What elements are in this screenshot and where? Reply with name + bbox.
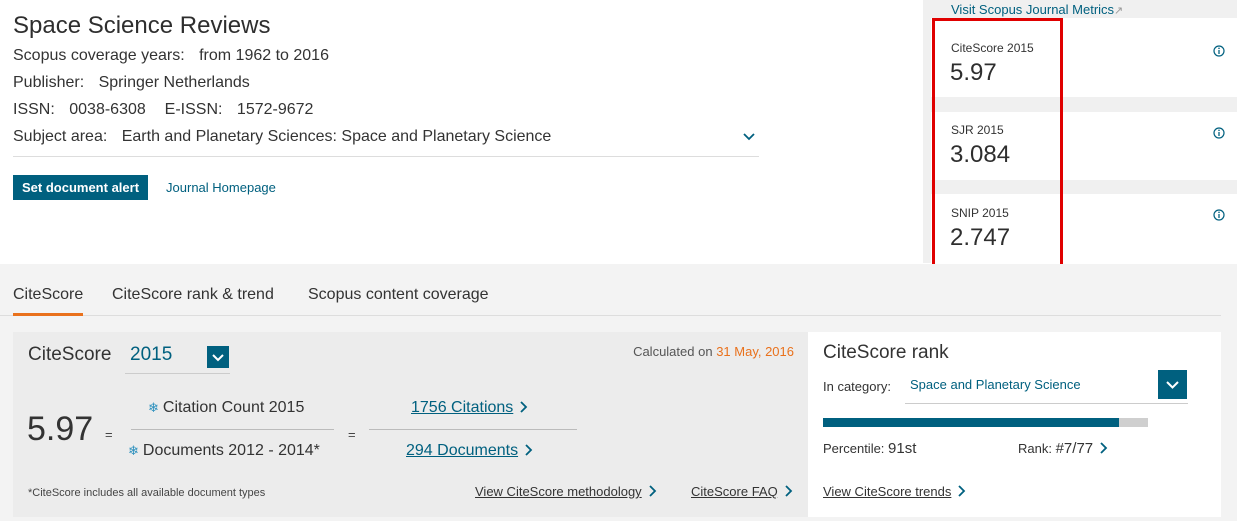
tab-scopus-content-coverage[interactable]: Scopus content coverage xyxy=(308,286,489,313)
equals-sign: = xyxy=(105,427,113,442)
calculated-on: Calculated on 31 May, 2016 xyxy=(633,344,794,359)
year-dropdown-button[interactable] xyxy=(207,346,229,368)
citescore-note: *CiteScore includes all available docume… xyxy=(28,487,266,499)
citescore-faq-link[interactable]: CiteScore FAQ xyxy=(691,484,793,499)
citescore-value: 5.97 xyxy=(27,410,94,448)
coverage-label: Scopus coverage years: xyxy=(13,47,185,64)
citations-link[interactable]: 1756 Citations xyxy=(411,399,528,417)
numerator-label: ❄ Citation Count 2015 xyxy=(148,399,304,417)
subject-label: Subject area: xyxy=(13,128,108,145)
visit-link-label: Visit Scopus Journal Metrics xyxy=(951,2,1115,17)
category-dropdown-button[interactable] xyxy=(1158,370,1187,399)
eissn-value: 1572-9672 xyxy=(236,101,314,118)
numerator-label-text: Citation Count 2015 xyxy=(162,399,305,416)
category-value: Space and Planetary Science xyxy=(910,377,1081,392)
issn-label: ISSN: xyxy=(13,101,55,118)
percentile-value: 91st xyxy=(888,440,917,457)
journal-homepage-link[interactable]: Journal Homepage xyxy=(166,180,276,195)
snowflake-icon: ❄ xyxy=(148,400,159,415)
journal-title: Space Science Reviews xyxy=(13,12,271,39)
percentile-bar-fill xyxy=(823,418,1119,427)
chevron-down-icon[interactable] xyxy=(741,129,757,145)
subject-value: Earth and Planetary Sciences: Space and … xyxy=(121,128,552,145)
documents-link[interactable]: 294 Documents xyxy=(406,442,533,460)
snowflake-icon: ❄ xyxy=(128,443,139,458)
denominator-label: ❄ Documents 2012 - 2014* xyxy=(128,442,320,460)
publisher-value: Springer Netherlands xyxy=(98,74,250,91)
issn-value: 0038-6308 xyxy=(69,101,146,118)
calculated-date: 31 May, 2016 xyxy=(716,344,794,359)
year-value: 2015 xyxy=(130,344,173,365)
documents-link-text: 294 Documents xyxy=(406,442,519,459)
coverage-line: Scopus coverage years: from 1962 to 2016 xyxy=(13,42,759,69)
eissn-label: E-ISSN: xyxy=(164,101,223,118)
citescore-section: CiteScore CiteScore rank & trend Scopus … xyxy=(0,264,1237,521)
journal-info: Space Science Reviews Scopus coverage ye… xyxy=(13,10,759,200)
fraction-line xyxy=(131,429,334,430)
category-select[interactable]: Space and Planetary Science xyxy=(905,370,1188,404)
category-label: In category: xyxy=(823,379,891,394)
rank-label: Rank: xyxy=(1018,441,1052,456)
tab-bar: CiteScore CiteScore rank & trend Scopus … xyxy=(0,276,1221,316)
tab-citescore-rank-trend[interactable]: CiteScore rank & trend xyxy=(112,286,274,313)
visit-scopus-metrics-link[interactable]: Visit Scopus Journal Metrics↗ xyxy=(951,2,1123,17)
citescore-title: CiteScore xyxy=(28,344,112,365)
coverage-value: from 1962 to 2016 xyxy=(199,47,329,64)
issn-line: ISSN: 0038-6308 E-ISSN: 1572-9672 xyxy=(13,96,759,123)
percentile-label: Percentile: xyxy=(823,441,885,456)
rank-link[interactable]: Rank: #7/77 xyxy=(1018,440,1108,457)
year-select[interactable]: 2015 xyxy=(125,344,230,374)
chevron-right-icon xyxy=(520,401,528,413)
publisher-label: Publisher: xyxy=(13,74,85,91)
fraction-line xyxy=(369,429,577,430)
chevron-right-icon xyxy=(649,485,656,497)
chevron-right-icon xyxy=(785,485,792,497)
equals-sign: = xyxy=(348,427,356,442)
calculated-prefix: Calculated on xyxy=(633,344,713,359)
faq-link-text: CiteScore FAQ xyxy=(691,484,778,499)
view-trends-link[interactable]: View CiteScore trends xyxy=(823,484,966,499)
info-icon[interactable] xyxy=(1213,45,1225,57)
chevron-right-icon xyxy=(1100,442,1108,454)
denominator-label-text: Documents 2012 - 2014* xyxy=(142,442,320,459)
view-methodology-link[interactable]: View CiteScore methodology xyxy=(475,484,657,499)
external-link-icon: ↗ xyxy=(1114,5,1124,17)
trends-link-text: View CiteScore trends xyxy=(823,484,952,499)
chevron-right-icon xyxy=(958,485,966,497)
citescore-rank-panel: CiteScore rank In category: Space and Pl… xyxy=(808,332,1221,517)
citescore-panel: CiteScore 2015 Calculated on 31 May, 201… xyxy=(13,332,808,517)
info-icon[interactable] xyxy=(1213,209,1225,221)
chevron-down-icon xyxy=(212,354,224,362)
highlight-box xyxy=(932,18,1063,269)
chevron-down-icon xyxy=(1166,381,1179,389)
set-document-alert-button[interactable]: Set document alert xyxy=(13,175,149,200)
tab-citescore[interactable]: CiteScore xyxy=(13,286,84,316)
subject-line: Subject area: Earth and Planetary Scienc… xyxy=(13,123,759,157)
percentile: Percentile: 91st xyxy=(823,440,916,457)
rank-title: CiteScore rank xyxy=(823,342,949,363)
citations-link-text: 1756 Citations xyxy=(411,399,514,416)
journal-actions: Set document alert Journal Homepage xyxy=(13,175,759,200)
publisher-line: Publisher: Springer Netherlands xyxy=(13,69,759,96)
rank-value: #7/77 xyxy=(1055,440,1094,457)
info-icon[interactable] xyxy=(1213,127,1225,139)
methodology-link-text: View CiteScore methodology xyxy=(475,484,642,499)
percentile-bar xyxy=(823,418,1148,427)
chevron-right-icon xyxy=(525,444,533,456)
